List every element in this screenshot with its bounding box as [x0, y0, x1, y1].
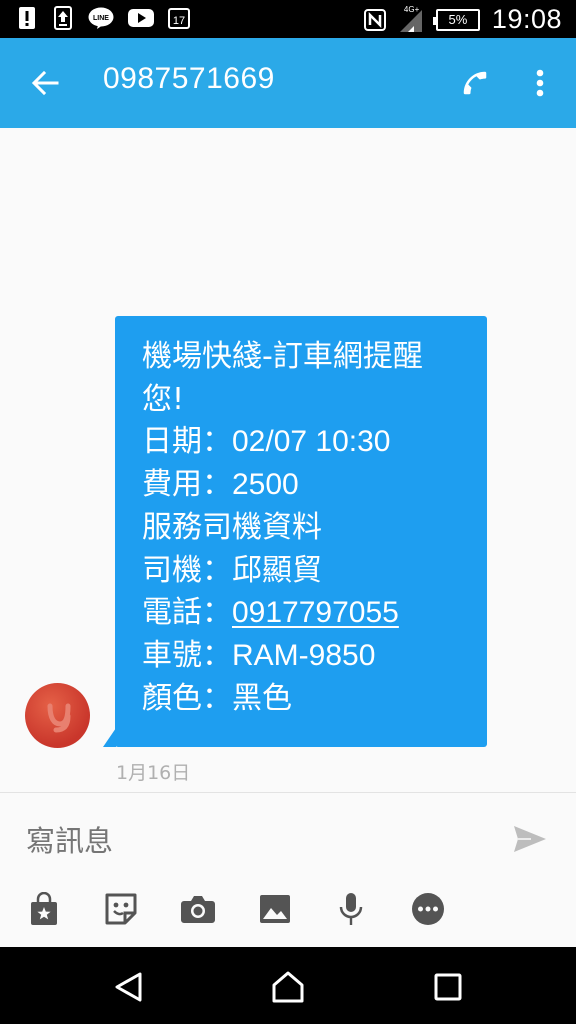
arrow-left-icon — [31, 70, 59, 96]
message-line-fee: 費用：2500 — [142, 464, 469, 507]
message-line-plate: 車號：RAM-9850 — [142, 635, 469, 678]
message-line-driver-info: 服務司機資料 — [142, 509, 322, 545]
phone-label: 電話： — [142, 595, 232, 631]
sticker-icon — [105, 893, 137, 925]
send-icon — [514, 826, 546, 852]
nav-back-button[interactable] — [106, 965, 150, 1009]
plate-label: 車號： — [142, 637, 232, 673]
voice-button[interactable] — [331, 889, 371, 929]
gallery-button[interactable] — [255, 889, 295, 929]
phone-icon — [463, 71, 487, 95]
more-horiz-icon — [412, 893, 444, 925]
plate-value: RAM-9850 — [232, 638, 376, 672]
home-icon — [272, 971, 304, 1003]
network-type-label: 4G+ — [403, 4, 420, 14]
fee-value: 2500 — [232, 468, 299, 502]
date-label: 日期： — [142, 424, 232, 460]
notification-icons: LINE 17 — [16, 6, 190, 30]
message-line-phone: 電話：0917797055 — [142, 592, 469, 635]
message-line-color: 顏色：黑色 — [142, 680, 292, 716]
clock: 19:08 — [491, 4, 562, 34]
composer — [0, 792, 576, 947]
sticker-button[interactable] — [101, 889, 141, 929]
more-options-button[interactable] — [520, 60, 560, 106]
message-line-greeting: 您! — [142, 381, 185, 417]
store-button[interactable] — [24, 889, 64, 929]
youtube-icon — [128, 6, 154, 30]
avatar[interactable] — [25, 683, 90, 748]
back-triangle-icon — [115, 972, 142, 1002]
phone-number-link[interactable]: 0917797055 — [232, 596, 399, 629]
message-input[interactable] — [26, 821, 486, 861]
camera-icon — [181, 896, 215, 923]
line-icon: LINE — [88, 6, 114, 30]
navigation-bar — [0, 947, 576, 1024]
status-bar: LINE 17 4G+ 5% 19:08 — [0, 0, 576, 38]
recents-icon — [434, 973, 462, 1001]
date-value: 02/07 10:30 — [232, 425, 391, 459]
battery-icon: 5% — [432, 8, 480, 31]
message-bubble-tail — [103, 728, 116, 747]
back-button[interactable] — [22, 60, 68, 106]
svg-text:17: 17 — [173, 15, 185, 27]
message-line-title: 機場快綫-訂車網提醒 — [142, 339, 423, 374]
system-indicators: 4G+ 5% 19:08 — [363, 4, 562, 35]
nfc-icon — [363, 8, 386, 32]
image-icon — [260, 895, 290, 923]
message-line-date: 日期：02/07 10:30 — [142, 421, 469, 464]
more-attachments-button[interactable] — [408, 889, 448, 929]
app-bar: 0987571669 — [0, 38, 576, 128]
conversation-title: 0987571669 — [103, 62, 275, 95]
mic-icon — [339, 893, 363, 925]
message-line-driver: 司機：邱顯貿 — [142, 552, 322, 588]
camera-button[interactable] — [178, 889, 218, 929]
battery-level: 5% — [448, 12, 468, 27]
more-vert-icon — [536, 69, 544, 97]
call-button[interactable] — [452, 60, 498, 106]
nav-home-button[interactable] — [266, 965, 310, 1009]
svg-text:LINE: LINE — [93, 15, 109, 22]
store-icon — [31, 892, 57, 925]
fee-label: 費用： — [142, 467, 232, 503]
message-timestamp: 1月16日 — [116, 762, 191, 784]
alert-icon — [16, 6, 38, 30]
compose-toolbar — [0, 889, 576, 929]
upload-icon — [52, 6, 74, 30]
message-bubble[interactable]: 機場快綫-訂車網提醒 您! 日期：02/07 10:30 費用：2500 服務司… — [115, 316, 487, 747]
calendar-icon: 17 — [168, 6, 190, 30]
message-list[interactable]: 機場快綫-訂車網提醒 您! 日期：02/07 10:30 費用：2500 服務司… — [0, 128, 576, 792]
contact-avatar-icon — [47, 703, 70, 732]
signal-icon: 4G+ — [398, 4, 424, 32]
send-button[interactable] — [508, 821, 552, 857]
nav-recents-button[interactable] — [426, 965, 470, 1009]
